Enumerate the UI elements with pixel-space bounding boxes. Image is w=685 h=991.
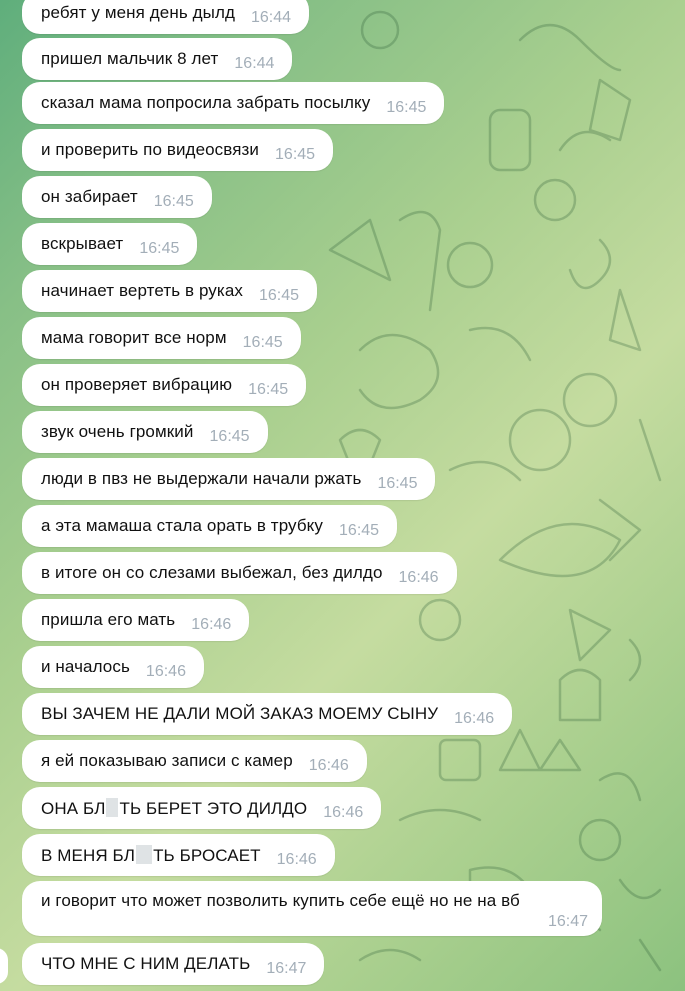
message-text: начинает вертеть в руках bbox=[41, 281, 243, 300]
message-text: я ей показываю записи с камер bbox=[41, 751, 293, 770]
message-time: 16:45 bbox=[377, 475, 418, 492]
message-time: 16:47 bbox=[547, 913, 588, 930]
message-text: ребят у меня день дылд bbox=[41, 3, 235, 22]
message-bubble[interactable]: и проверить по видеосвязи 16:45 bbox=[22, 129, 334, 171]
message-text: вскрывает bbox=[41, 234, 124, 253]
message-bubble[interactable]: пришел мальчик 8 лет 16:44 bbox=[22, 38, 293, 80]
message-time: 16:45 bbox=[242, 334, 283, 351]
message-text-part: ТЬ БРОСАЕТ bbox=[153, 845, 261, 865]
message-text-part: В МЕНЯ БЛ bbox=[41, 845, 136, 865]
censor-block bbox=[136, 844, 153, 864]
message-bubble[interactable]: пришла его мать 16:46 bbox=[22, 599, 250, 641]
message-bubble[interactable]: звук очень громкий 16:45 bbox=[22, 411, 268, 453]
message-time: 16:45 bbox=[386, 99, 427, 116]
chat-message-list: ребят у меня день дылд 16:44 пришел маль… bbox=[0, 0, 685, 991]
message-time: 16:45 bbox=[275, 146, 316, 163]
message-bubble[interactable]: ВЫ ЗАЧЕМ НЕ ДАЛИ МОЙ ЗАКАЗ МОЕМУ СЫНУ 16… bbox=[22, 693, 513, 735]
message-text: сказал мама попросила забрать посылку bbox=[41, 93, 371, 112]
message-bubble[interactable]: я ей показываю записи с камер 16:46 bbox=[22, 740, 367, 782]
message-time: 16:46 bbox=[308, 757, 349, 774]
message-text: ОНА БЛ ТЬ БЕРЕТ ЭТО ДИЛДО bbox=[41, 797, 308, 819]
message-text: звук очень громкий bbox=[41, 422, 194, 441]
message-time: 16:44 bbox=[234, 55, 275, 72]
censor-block bbox=[106, 797, 119, 817]
message-bubble[interactable]: и началось 16:46 bbox=[22, 646, 204, 688]
message-time: 16:45 bbox=[139, 240, 180, 257]
message-time: 16:46 bbox=[191, 616, 232, 633]
message-time: 16:46 bbox=[398, 569, 439, 586]
message-time: 16:46 bbox=[454, 710, 495, 727]
message-text: ЧТО МНЕ С НИМ ДЕЛАТЬ bbox=[41, 954, 251, 973]
message-bubble[interactable]: вскрывает 16:45 bbox=[22, 223, 198, 265]
message-time: 16:45 bbox=[209, 428, 250, 445]
offscreen-bubble-edge bbox=[0, 948, 8, 984]
message-text: и проверить по видеосвязи bbox=[41, 140, 260, 159]
message-bubble[interactable]: он забирает 16:45 bbox=[22, 176, 212, 218]
message-bubble[interactable]: ОНА БЛ ТЬ БЕРЕТ ЭТО ДИЛДО 16:46 bbox=[22, 787, 382, 829]
message-text: ВЫ ЗАЧЕМ НЕ ДАЛИ МОЙ ЗАКАЗ МОЕМУ СЫНУ bbox=[41, 704, 439, 723]
message-time: 16:45 bbox=[258, 287, 300, 304]
message-time: 16:44 bbox=[251, 9, 292, 26]
message-time: 16:45 bbox=[153, 193, 194, 210]
message-text-part: ТЬ БЕРЕТ ЭТО ДИЛДО bbox=[119, 798, 308, 818]
message-bubble[interactable]: В МЕНЯ БЛ ТЬ БРОСАЕТ 16:46 bbox=[22, 834, 335, 876]
message-bubble[interactable]: мама говорит все норм 16:45 bbox=[22, 317, 301, 359]
message-bubble[interactable]: ЧТО МНЕ С НИМ ДЕЛАТЬ 16:47 bbox=[22, 943, 325, 985]
message-text: мама говорит все норм bbox=[41, 328, 227, 347]
message-text-part: ОНА БЛ bbox=[41, 798, 106, 818]
message-bubble[interactable]: сказал мама попросила забрать посылку 16… bbox=[22, 82, 445, 124]
message-text: и говорит что может позволить купить себ… bbox=[41, 891, 520, 910]
message-bubble[interactable]: он проверяет вибрацию 16:45 bbox=[22, 364, 307, 406]
message-bubble[interactable]: люди в пвз не выдержали начали ржать 16:… bbox=[22, 458, 436, 500]
message-time: 16:45 bbox=[248, 381, 289, 398]
message-time: 16:46 bbox=[276, 851, 317, 868]
message-text: и началось bbox=[41, 657, 130, 676]
message-bubble[interactable]: начинает вертеть в руках 16:45 bbox=[22, 270, 318, 312]
message-text: он забирает bbox=[41, 187, 138, 206]
message-time: 16:45 bbox=[339, 522, 380, 539]
message-text: в итоге он со слезами выбежал, без дилдо bbox=[41, 563, 383, 582]
message-bubble[interactable]: и говорит что может позволить купить себ… bbox=[22, 881, 602, 936]
message-time: 16:47 bbox=[266, 960, 307, 977]
message-text: он проверяет вибрацию bbox=[41, 375, 233, 394]
message-text: а эта мамаша стала орать в трубку bbox=[41, 516, 324, 535]
message-bubble[interactable]: ребят у меня день дылд 16:44 bbox=[22, 0, 310, 34]
message-bubble[interactable]: в итоге он со слезами выбежал, без дилдо… bbox=[22, 552, 457, 594]
message-text: пришел мальчик 8 лет bbox=[41, 49, 219, 68]
message-text: люди в пвз не выдержали начали ржать bbox=[41, 469, 362, 488]
message-text: В МЕНЯ БЛ ТЬ БРОСАЕТ bbox=[41, 844, 261, 866]
message-time: 16:46 bbox=[145, 663, 186, 680]
message-time: 16:46 bbox=[323, 804, 364, 821]
message-bubble[interactable]: а эта мамаша стала орать в трубку 16:45 bbox=[22, 505, 398, 547]
message-text: пришла его мать bbox=[41, 610, 176, 629]
